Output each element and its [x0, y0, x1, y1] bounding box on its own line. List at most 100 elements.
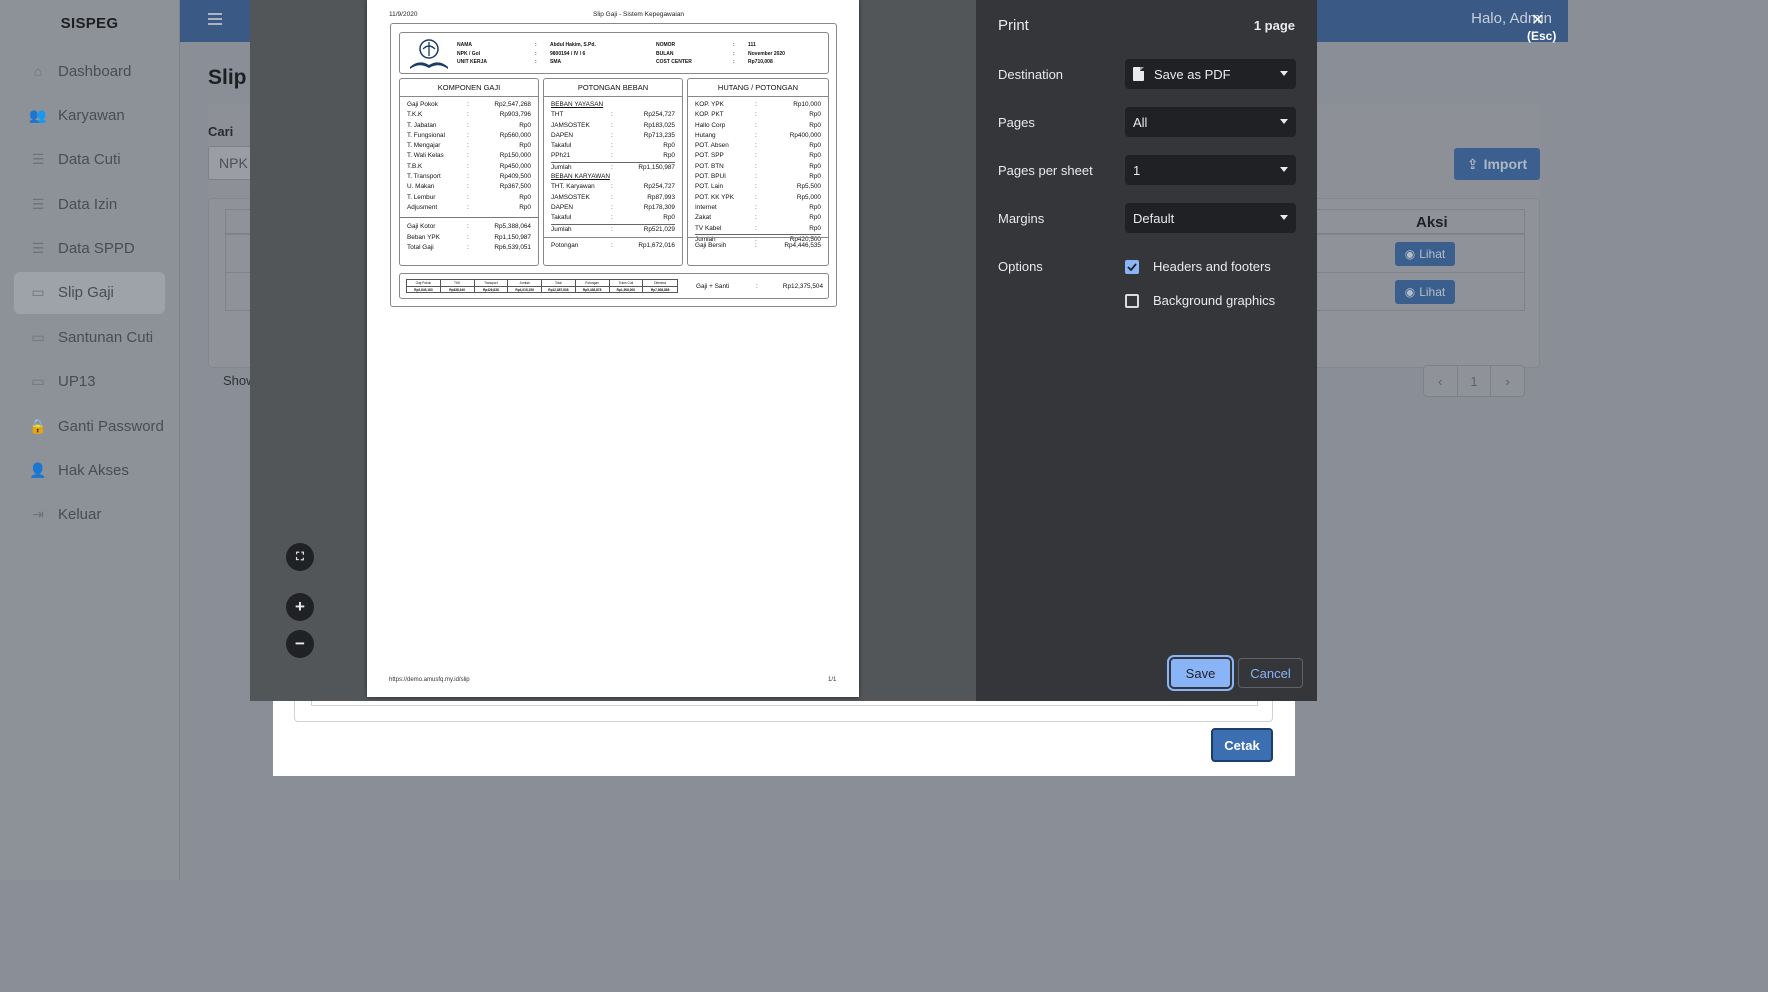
- headers-footers-label: Headers and footers: [1153, 259, 1271, 274]
- sidebar-item-up13[interactable]: ▭ UP13: [14, 361, 165, 403]
- slip-row: POT. SPP: Rp0: [695, 151, 821, 161]
- slip-row-label: Gaji Pokok: [407, 101, 438, 108]
- import-button[interactable]: ⇪ Import: [1454, 148, 1540, 180]
- slip-row: THT: Rp254,727: [551, 110, 675, 120]
- headers-footers-option[interactable]: Headers and footers: [1125, 259, 1271, 274]
- lihat-button[interactable]: ◉ Lihat: [1395, 242, 1455, 266]
- sidebar-item-label: Data SPPD: [58, 240, 135, 258]
- sidebar-item-ganti-password[interactable]: 🔒 Ganti Password: [14, 405, 165, 447]
- slip-row-value: Rp0: [519, 193, 531, 201]
- unit-value: SMA: [550, 59, 562, 66]
- potongan-beban-title: POTONGAN BEBAN: [544, 79, 682, 97]
- sidebar-item-data-izin[interactable]: ☰ Data Izin: [14, 183, 165, 225]
- slip-row-colon: :: [467, 203, 469, 211]
- page-header-date: 11/9/2020: [389, 11, 418, 18]
- lock-icon: 🔒: [29, 417, 47, 434]
- pagination: ‹ 1 ›: [1423, 365, 1525, 397]
- sidebar: SISPEG ⌂ Dashboard 👥 Karyawan ☰ Data Cuti ☰ Dat…: [0, 0, 180, 880]
- chevron-down-icon: [1280, 215, 1288, 220]
- slip-row-label: KOP. YPK: [695, 101, 724, 108]
- slip-row-label: KOP. PKT: [695, 111, 724, 119]
- pages-per-sheet-select[interactable]: 1: [1125, 155, 1296, 185]
- cost-center-label: COST CENTER: [656, 59, 692, 66]
- slip-row-value: Rp254,727: [643, 111, 675, 119]
- margins-select[interactable]: Default: [1125, 203, 1296, 233]
- slip-row-value: Rp0: [809, 214, 821, 222]
- import-button-label: Import: [1483, 156, 1528, 172]
- slip-row-label: PPh21: [551, 152, 571, 160]
- pagination-page-1[interactable]: 1: [1458, 366, 1492, 396]
- sidebar-item-santunan-cuti[interactable]: ▭ Santunan Cuti: [14, 316, 165, 358]
- slip-row-colon: :: [611, 152, 613, 160]
- sidebar-item-label: Karyawan: [58, 106, 125, 124]
- slip-row-value: Rp4,446,535: [784, 242, 821, 249]
- slip-row-value: Rp0: [809, 111, 821, 119]
- upload-icon: ⇪: [1466, 155, 1479, 172]
- money-icon: ▭: [31, 284, 45, 301]
- mini-table-value: Rp2,849,183: [407, 285, 441, 292]
- hamburger-menu-icon[interactable]: [208, 13, 222, 25]
- pagination-next-button[interactable]: ›: [1491, 366, 1524, 396]
- slip-row-label: Total Gaji: [407, 243, 434, 251]
- nomor-label: NOMOR: [656, 42, 676, 48]
- file-icon: [1133, 67, 1144, 81]
- sidebar-item-data-cuti[interactable]: ☰ Data Cuti: [14, 139, 165, 181]
- slip-row-value: Rp0: [809, 152, 821, 160]
- lihat-button[interactable]: ◉ Lihat: [1395, 280, 1455, 304]
- user-lock-icon: 👤: [29, 462, 47, 479]
- background-graphics-option[interactable]: Background graphics: [1125, 293, 1275, 308]
- zoom-in-icon[interactable]: +: [286, 593, 314, 621]
- cetak-button[interactable]: Cetak: [1211, 728, 1273, 762]
- slip-row-colon: :: [755, 101, 757, 108]
- background-graphics-checkbox[interactable]: [1125, 293, 1139, 308]
- slip-row-colon: :: [467, 101, 469, 108]
- sidebar-item-label: Slip Gaji: [58, 284, 114, 302]
- sidebar-item-slip-gaji[interactable]: ▭ Slip Gaji: [14, 271, 165, 314]
- slip-row-value: Rp400,000: [789, 131, 821, 139]
- cancel-button[interactable]: Cancel: [1238, 658, 1303, 688]
- zoom-out-icon[interactable]: −: [286, 630, 314, 658]
- slip-row: JAMSOSTEK: Rp87,993: [551, 193, 675, 203]
- slip-row-label: BEBAN KARYAWAN: [551, 173, 610, 181]
- slip-row-colon: :: [611, 242, 613, 249]
- slip-row: Jumlah: Rp521,029: [551, 223, 675, 234]
- slip-row-value: Rp903,796: [499, 111, 531, 119]
- headers-footers-checkbox[interactable]: [1125, 259, 1139, 274]
- slip-row-label: T.B.K: [407, 162, 423, 170]
- mini-table-value: Rp5,438,878: [575, 285, 610, 292]
- slip-row-value: Rp87,993: [647, 193, 675, 201]
- slip-row-label: DAPEN: [551, 131, 574, 139]
- fit-to-page-icon[interactable]: ⛶: [286, 543, 314, 571]
- slip-row-colon: :: [611, 142, 613, 150]
- sidebar-item-hak-akses[interactable]: 👤 Hak Akses: [14, 450, 165, 492]
- slip-row-label: Hutang: [695, 131, 716, 139]
- slip-row: Takaful: Rp0: [551, 141, 675, 151]
- pages-select[interactable]: All: [1125, 107, 1296, 137]
- komponen-gaji-title: KOMPONEN GAJI: [400, 79, 538, 97]
- slip-row-label: POT. Absen: [695, 142, 729, 150]
- slip-row-label: Potongan: [551, 242, 579, 249]
- slip-row-label: POT. Lain: [695, 183, 724, 191]
- sidebar-item-keluar[interactable]: ⇥ Keluar: [14, 494, 165, 536]
- slip-row: T. Transport: Rp409,500: [407, 172, 531, 182]
- slip-row-value: Rp560,000: [499, 131, 531, 139]
- sidebar-item-label: Santunan Cuti: [58, 328, 154, 346]
- sidebar-item-dashboard[interactable]: ⌂ Dashboard: [14, 50, 165, 92]
- save-button[interactable]: Save: [1167, 655, 1234, 691]
- slip-row-colon: :: [611, 183, 613, 191]
- close-icon[interactable]: ✕: [1531, 10, 1544, 30]
- slip-row-label: POT. KK YPK: [695, 193, 734, 201]
- slip-row-value: Rp6,539,051: [494, 243, 531, 251]
- salary-slip: NAMA NPK / Gol UNIT KERJA ::: Abdul Haki…: [390, 23, 837, 307]
- slip-row-label: T.K.K: [407, 111, 423, 119]
- slip-row-value: Rp0: [809, 142, 821, 150]
- slip-row-colon: :: [467, 152, 469, 160]
- slip-row-label: DAPEN: [551, 203, 574, 211]
- destination-select[interactable]: Save as PDF: [1125, 59, 1296, 89]
- destination-value: Save as PDF: [1154, 66, 1231, 82]
- pagination-prev-button[interactable]: ‹: [1424, 366, 1458, 396]
- sidebar-item-karyawan[interactable]: 👥 Karyawan: [14, 94, 165, 136]
- sidebar-item-data-sppd[interactable]: ☰ Data SPPD: [14, 228, 165, 270]
- sidebar-item-label: Data Cuti: [58, 151, 121, 169]
- money-icon: ▭: [31, 328, 45, 345]
